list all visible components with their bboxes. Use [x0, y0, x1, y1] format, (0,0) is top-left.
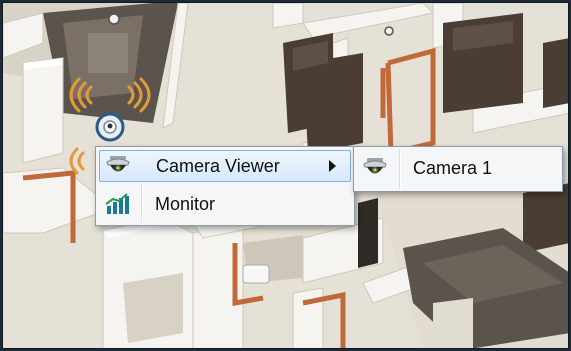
menu-item-label: Monitor [155, 193, 216, 214]
context-menu: Camera Viewer Monitor [95, 146, 355, 226]
submenu-arrow-icon [329, 160, 336, 172]
wall-camera-marker[interactable] [95, 112, 125, 142]
dome-camera-icon [357, 152, 393, 184]
camera-submenu: Camera 1 [353, 146, 563, 192]
bar-chart-icon [99, 188, 135, 220]
menu-item-camera-viewer[interactable]: Camera Viewer [99, 150, 351, 182]
floorplan-viewport[interactable]: Camera Viewer Monitor Camera 1 [2, 2, 569, 349]
menu-item-label: Camera Viewer [156, 155, 280, 176]
menu-item-monitor[interactable]: Monitor [99, 188, 351, 220]
menu-item-label: Camera 1 [413, 157, 493, 178]
submenu-item-camera-1[interactable]: Camera 1 [357, 152, 559, 184]
dome-camera-icon [100, 150, 136, 182]
